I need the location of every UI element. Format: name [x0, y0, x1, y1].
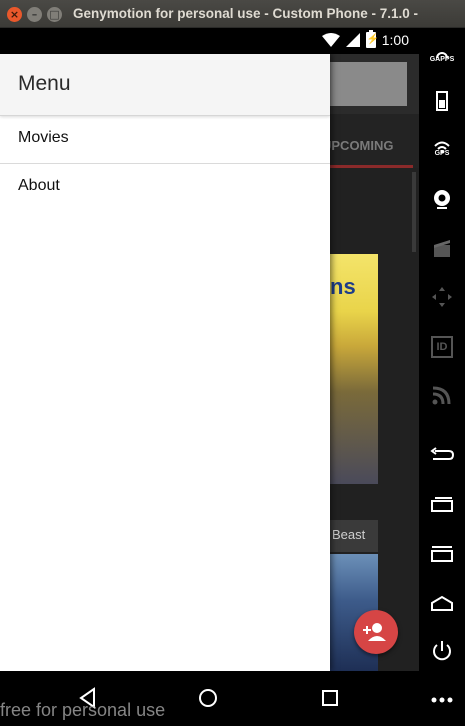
home-button-icon[interactable]: [427, 588, 457, 618]
network-icon[interactable]: [427, 380, 457, 410]
battery-control-icon[interactable]: [427, 86, 457, 116]
window-minimize-button[interactable]: –: [27, 7, 42, 22]
watermark: free for personal use: [0, 700, 166, 720]
wifi-icon: [321, 33, 340, 47]
window-close-button[interactable]: ×: [7, 7, 22, 22]
scrollbar[interactable]: [412, 172, 416, 252]
window-title: Genymotion for personal use - Custom Pho…: [73, 6, 419, 21]
caption-text: Beast: [332, 527, 366, 542]
gps-icon[interactable]: [427, 134, 457, 164]
drawer-header: Menu: [0, 54, 330, 116]
device-id-label: ID: [436, 341, 448, 353]
webcam-icon[interactable]: [427, 184, 457, 214]
power-icon[interactable]: [427, 636, 457, 666]
window-maximize-button[interactable]: □: [47, 7, 62, 22]
status-time: 1:00: [381, 32, 409, 48]
movie-poster[interactable]: ns: [326, 254, 378, 484]
menu-item-label: About: [18, 177, 60, 194]
poster-title: ns: [330, 274, 356, 299]
gps-label: GPS: [434, 150, 450, 157]
dpad-icon[interactable]: [427, 282, 457, 312]
menu-item-label: Movies: [18, 129, 69, 146]
home-icon[interactable]: [193, 683, 223, 713]
status-bar: ⚡ 1:00: [0, 28, 419, 54]
window-titlebar: × – □ Genymotion for personal use - Cust…: [0, 0, 465, 28]
back-button-icon[interactable]: [427, 440, 457, 470]
gapps-label: GAPPS: [429, 56, 455, 63]
phone-screen: ⚡ 1:00 UPCOMING ns Beast Menu Movies Abo…: [0, 28, 419, 671]
add-person-icon: [363, 623, 386, 641]
add-person-button[interactable]: [354, 610, 398, 654]
menu-item-about[interactable]: About: [0, 164, 330, 212]
search-box[interactable]: [326, 62, 407, 106]
more-icon[interactable]: [427, 682, 457, 712]
menu-item-movies[interactable]: Movies: [0, 116, 330, 164]
recent-apps-icon[interactable]: [427, 490, 457, 520]
movie-caption: Beast: [326, 520, 378, 552]
emulator-sidebar: GAPPS GPS ID: [419, 28, 465, 726]
gapps-icon[interactable]: [427, 40, 457, 70]
menu-icon[interactable]: [427, 538, 457, 568]
navigation-drawer: Menu Movies About: [0, 54, 330, 671]
tab-upcoming[interactable]: UPCOMING: [322, 138, 394, 153]
battery-icon: ⚡: [365, 30, 379, 48]
drawer-title: Menu: [18, 72, 71, 95]
capture-icon[interactable]: [427, 234, 457, 264]
recents-icon[interactable]: [315, 683, 345, 713]
signal-icon: [345, 33, 360, 47]
tab-indicator: [322, 165, 413, 168]
